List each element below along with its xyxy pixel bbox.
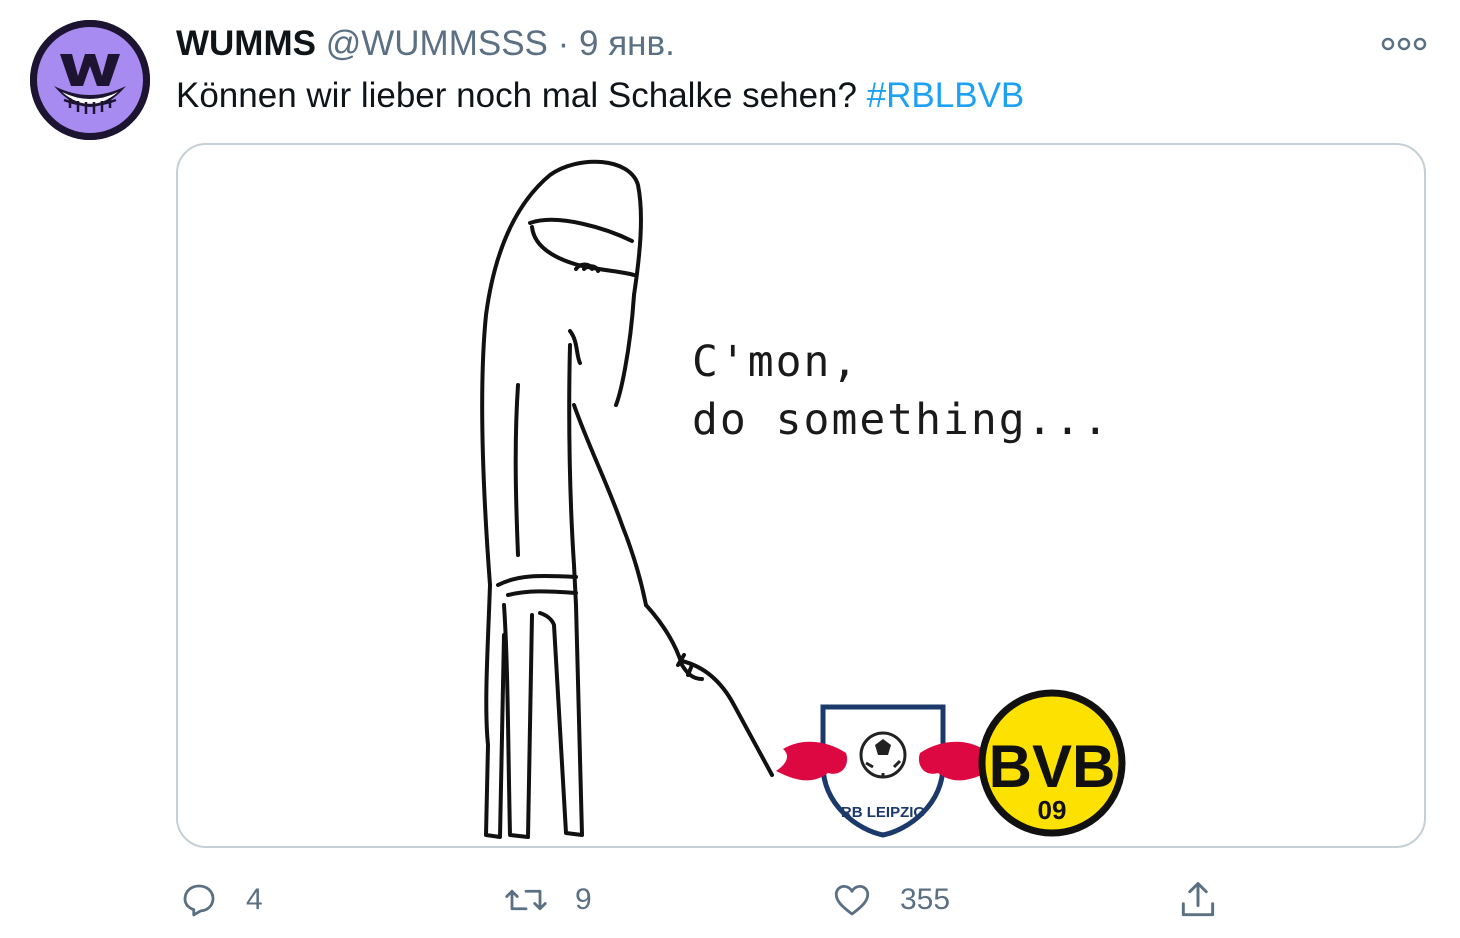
retweet-count: 9 [575,883,592,916]
tweet-action-bar: 4 9 355 [0,868,1460,932]
retweet-button[interactable]: 9 [503,868,592,932]
like-button[interactable]: 355 [830,868,950,932]
retweet-icon [505,889,547,911]
share-button[interactable] [1176,868,1220,932]
tweet-date[interactable]: 9 янв. [579,24,675,63]
display-name[interactable]: WUMMS [176,24,316,63]
meme-caption: C'mon, do something... [692,337,1111,445]
rb-leipzig-badge: RB LEIPZIG [776,704,990,838]
avatar[interactable] [30,20,150,140]
bvb-badge-text: BVB [989,733,1116,800]
bvb-badge: BVB 09 [978,689,1126,837]
more-options-icon[interactable] [1380,30,1428,58]
reply-button[interactable]: 4 [178,868,263,932]
stick-figure-drawing: RB LEIPZIG BVB 09 [480,159,1126,839]
like-count: 355 [900,883,951,916]
tweet-text: Können wir lieber noch mal Schalke sehen… [176,74,1024,118]
reply-count: 4 [246,883,263,916]
heart-icon [834,884,870,916]
separator-dot: · [557,24,570,63]
user-handle[interactable]: @WUMMSSS [326,24,548,63]
tweet-header: WUMMS @WUMMSSS · 9 янв. [176,22,675,66]
tweet-media-image[interactable]: RB LEIPZIG BVB 09 C'mon, do something... [176,143,1426,848]
bvb-badge-number: 09 [1038,795,1067,825]
wumms-logo-icon [30,20,150,140]
reply-icon [183,884,215,917]
tweet-body: Können wir lieber noch mal Schalke sehen… [176,76,867,115]
rb-badge-text: RB LEIPZIG [841,804,925,821]
hashtag-link[interactable]: #RBLBVB [867,76,1025,115]
share-icon [1181,882,1215,917]
